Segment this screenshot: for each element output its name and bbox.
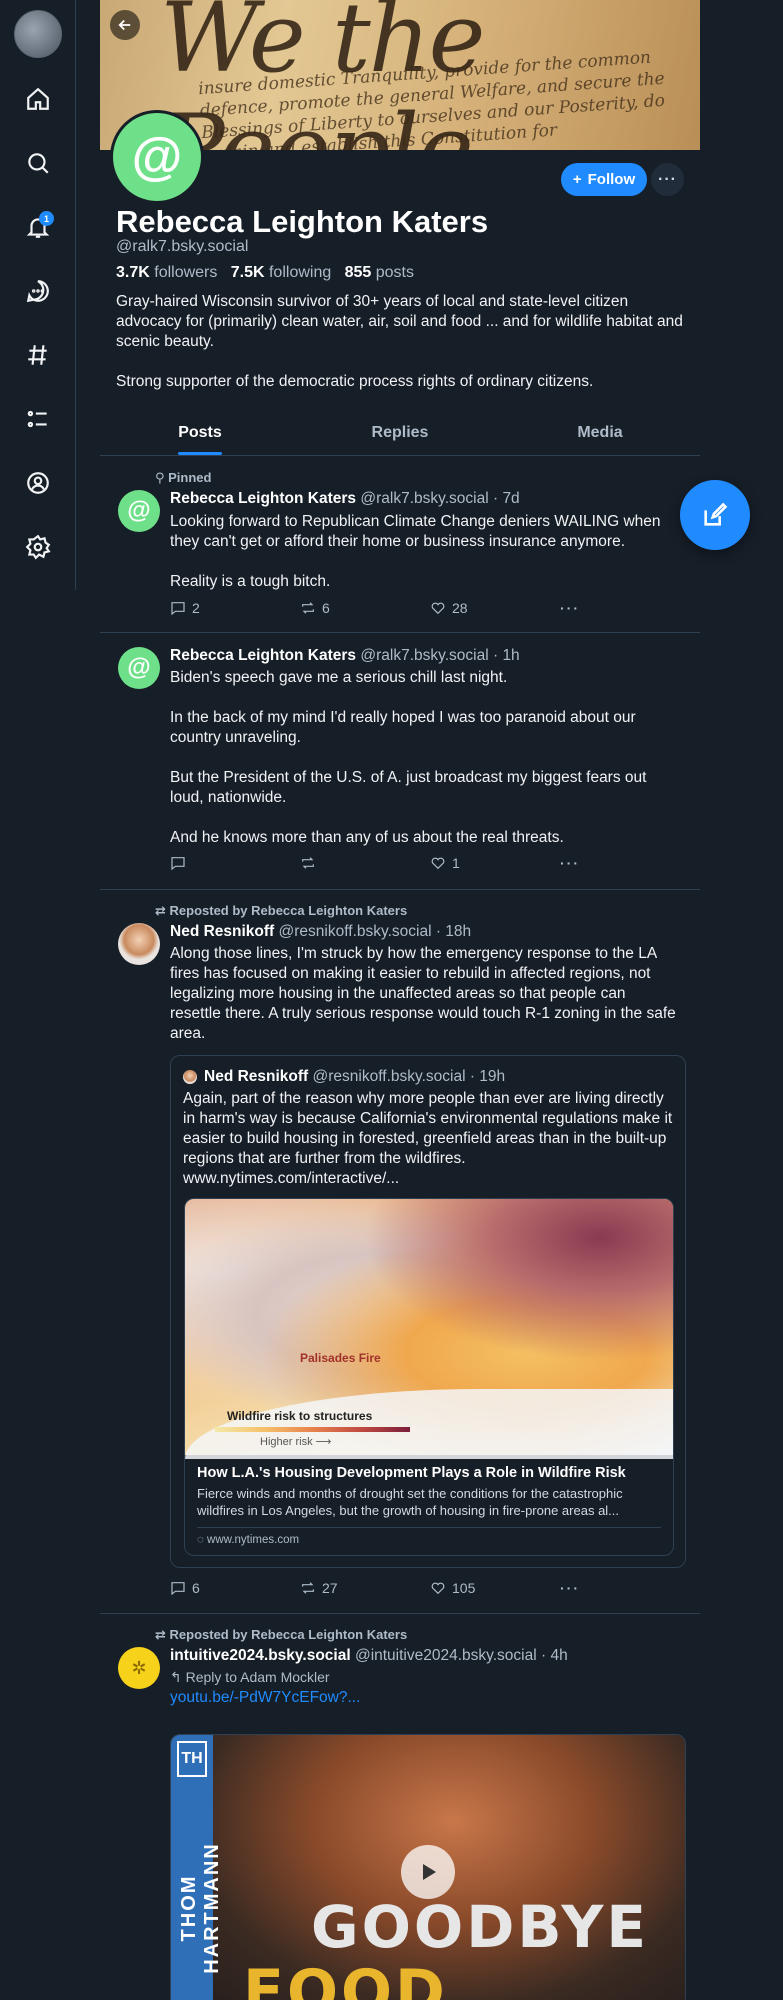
compose-icon bbox=[704, 502, 728, 526]
compose-button[interactable] bbox=[680, 480, 750, 550]
post-avatar[interactable]: @ bbox=[118, 647, 160, 689]
followers-link[interactable]: 3.7K followers bbox=[116, 264, 217, 281]
link-card-image: Palisades Fire Wildfire risk to structur… bbox=[185, 1199, 673, 1459]
repost-icon bbox=[302, 857, 314, 869]
post-link[interactable]: youtu.be/-PdW7YcEFow?... bbox=[170, 1689, 360, 1707]
globe-icon: ◌ bbox=[197, 1534, 204, 1546]
reply-icon bbox=[171, 857, 185, 871]
post-author[interactable]: Ned Resnikoff @resnikoff.bsky.social · 1… bbox=[170, 923, 471, 941]
post-author[interactable]: Rebecca Leighton Katers @ralk7.bsky.soci… bbox=[170, 490, 520, 508]
quote-avatar bbox=[183, 1070, 197, 1084]
post-avatar[interactable] bbox=[118, 923, 160, 965]
video-title-line2: FOOD STAMPS bbox=[243, 1957, 448, 2000]
video-side-text: THOM HARTMANN bbox=[178, 1842, 223, 1974]
post-actions: 2 6 28 ··· bbox=[170, 600, 680, 620]
play-button[interactable] bbox=[401, 1845, 455, 1899]
arrow-left-icon bbox=[118, 19, 131, 31]
heart-icon bbox=[431, 857, 445, 870]
profile-tabs: Posts Replies Media bbox=[100, 414, 700, 456]
link-card-description: Fierce winds and months of drought set t… bbox=[197, 1486, 623, 1518]
repost-icon bbox=[302, 1582, 314, 1594]
post-avatar[interactable]: ✲ bbox=[118, 1647, 160, 1689]
list-icon[interactable] bbox=[20, 401, 56, 437]
heart-icon bbox=[431, 602, 445, 615]
map-legend-title: Wildfire risk to structures bbox=[227, 1409, 373, 1423]
profile-stats: 3.7K followers 7.5K following 855 posts bbox=[116, 264, 414, 282]
tab-posts[interactable]: Posts bbox=[100, 414, 300, 455]
posts-count: 855 posts bbox=[344, 264, 414, 281]
profile-handle: @ralk7.bsky.social bbox=[116, 238, 249, 255]
heart-icon bbox=[431, 1582, 445, 1595]
post-text: Looking forward to Republican Climate Ch… bbox=[170, 513, 661, 590]
post-actions: 1 ··· bbox=[170, 855, 680, 875]
repost-button[interactable]: 27 bbox=[300, 1580, 338, 1596]
settings-icon[interactable] bbox=[20, 529, 56, 565]
video-embed[interactable]: THOM HARTMANN TH GOODBYE FOOD STAMPS bbox=[170, 1734, 686, 2000]
profile-icon[interactable] bbox=[20, 465, 56, 501]
reply-button[interactable]: 6 bbox=[170, 1580, 200, 1596]
my-avatar[interactable] bbox=[14, 10, 62, 58]
post[interactable]: @ Rebecca Leighton Katers @ralk7.bsky.so… bbox=[100, 633, 700, 890]
repost-label: ⇄ Reposted by Rebecca Leighton Katers bbox=[155, 903, 408, 918]
map-legend-bar bbox=[215, 1427, 410, 1432]
map-coast bbox=[185, 1389, 673, 1459]
post-author[interactable]: Rebecca Leighton Katers @ralk7.bsky.soci… bbox=[170, 647, 520, 665]
video-title-line1: GOODBYE bbox=[311, 1893, 650, 1961]
more-options-button[interactable]: ··· bbox=[651, 163, 684, 196]
repost-button[interactable]: 6 bbox=[300, 600, 330, 616]
notification-badge: 1 bbox=[39, 211, 54, 226]
nav-rail: 1 bbox=[0, 0, 76, 590]
quote-post[interactable]: Ned Resnikoff @resnikoff.bsky.social · 1… bbox=[170, 1055, 686, 1568]
repost-label: ⇄ Reposted by Rebecca Leighton Katers bbox=[155, 1627, 408, 1642]
post-text: Biden's speech gave me a serious chill l… bbox=[170, 669, 647, 846]
reply-icon bbox=[171, 1582, 185, 1596]
tab-replies[interactable]: Replies bbox=[300, 414, 500, 455]
post-author[interactable]: intuitive2024.bsky.social @intuitive2024… bbox=[170, 1647, 568, 1665]
quote-author[interactable]: Ned Resnikoff @resnikoff.bsky.social · 1… bbox=[204, 1068, 505, 1086]
hashtag-icon[interactable] bbox=[20, 337, 56, 373]
repost-icon bbox=[302, 602, 314, 614]
chat-icon[interactable] bbox=[20, 273, 56, 309]
post-more-button[interactable]: ··· bbox=[560, 600, 580, 616]
play-icon bbox=[423, 1864, 436, 1880]
reply-to-label[interactable]: ↰ Reply to Adam Mockler bbox=[170, 1669, 330, 1686]
repost-button[interactable] bbox=[300, 855, 322, 871]
pinned-label: ⚲ Pinned bbox=[155, 470, 212, 485]
plus-icon: + bbox=[572, 171, 582, 188]
map-fire-label: Palisades Fire bbox=[300, 1351, 381, 1365]
follow-button[interactable]: + Follow bbox=[561, 163, 647, 196]
bell-icon[interactable]: 1 bbox=[20, 209, 56, 245]
back-button[interactable] bbox=[110, 10, 140, 40]
reply-icon bbox=[171, 602, 185, 616]
post-repost[interactable]: ⇄ Reposted by Rebecca Leighton Katers Ne… bbox=[100, 890, 700, 1614]
tab-media[interactable]: Media bbox=[500, 414, 700, 455]
post-text: Along those lines, I'm struck by how the… bbox=[170, 945, 676, 1042]
post-avatar[interactable]: @ bbox=[118, 490, 160, 532]
video-logo: TH bbox=[177, 1741, 207, 1777]
reply-button[interactable] bbox=[170, 855, 192, 871]
post-repost[interactable]: ⇄ Reposted by Rebecca Leighton Katers ✲ … bbox=[100, 1614, 700, 2000]
follow-label: Follow bbox=[587, 171, 636, 188]
link-card-domain: ◌ www.nytimes.com bbox=[197, 1527, 661, 1546]
display-name: Rebecca Leighton Katers bbox=[116, 204, 489, 239]
profile-bio: Gray-haired Wisconsin survivor of 30+ ye… bbox=[116, 293, 683, 390]
following-link[interactable]: 7.5K following bbox=[231, 264, 332, 281]
home-icon[interactable] bbox=[20, 81, 56, 117]
post-pinned[interactable]: ⚲ Pinned @ Rebecca Leighton Katers @ralk… bbox=[100, 457, 700, 633]
reply-button[interactable]: 2 bbox=[170, 600, 200, 616]
search-icon[interactable] bbox=[20, 145, 56, 181]
profile-avatar[interactable]: @ bbox=[110, 110, 204, 204]
map-legend-sub: Higher risk ⟶ bbox=[260, 1436, 332, 1448]
post-more-button[interactable]: ··· bbox=[560, 855, 580, 871]
post-actions: 6 27 105 ··· bbox=[170, 1580, 680, 1600]
like-button[interactable]: 105 bbox=[430, 1580, 475, 1596]
like-button[interactable]: 28 bbox=[430, 600, 468, 616]
link-card[interactable]: Palisades Fire Wildfire risk to structur… bbox=[184, 1198, 674, 1556]
like-button[interactable]: 1 bbox=[430, 855, 460, 871]
post-more-button[interactable]: ··· bbox=[560, 1580, 580, 1596]
quote-text: Again, part of the reason why more peopl… bbox=[183, 1090, 673, 1187]
